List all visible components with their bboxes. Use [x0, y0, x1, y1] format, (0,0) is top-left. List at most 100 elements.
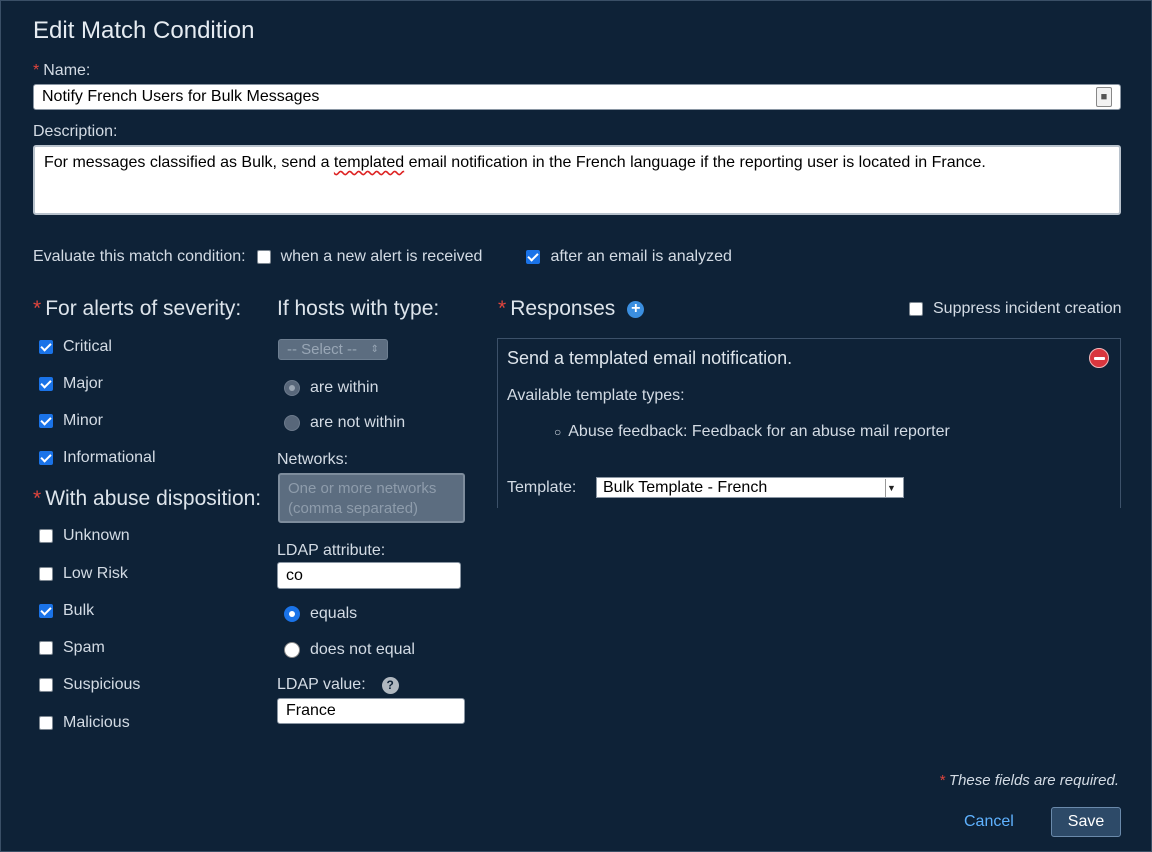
minor-checkbox[interactable] — [39, 414, 53, 428]
required-note-text: These fields are required. — [948, 772, 1119, 789]
suspicious-label: Suspicious — [63, 676, 141, 693]
ldap-attribute-value: co — [286, 566, 303, 584]
major-label: Major — [63, 375, 104, 392]
malicious-checkbox[interactable] — [39, 716, 53, 730]
description-text-start: For messages classified as Bulk, send a — [44, 154, 334, 171]
ldap-value-input[interactable]: France — [277, 698, 465, 724]
spam-checkbox[interactable] — [39, 641, 53, 655]
required-asterisk: * — [498, 297, 507, 320]
severity-item-major[interactable]: Major — [39, 375, 103, 393]
description-text-end: email notification in the French languag… — [404, 154, 986, 171]
save-button[interactable]: Save — [1051, 807, 1121, 837]
malicious-label: Malicious — [63, 714, 130, 731]
new-alert-label: when a new alert is received — [280, 248, 483, 265]
are-not-within-radio[interactable] — [284, 415, 300, 431]
ldap-value-label-row: LDAP value: ? — [277, 676, 399, 694]
required-asterisk: * — [33, 62, 40, 79]
ldap-attribute-label: LDAP attribute: — [277, 542, 386, 559]
severity-item-minor[interactable]: Minor — [39, 412, 103, 430]
does-not-equal-radio[interactable] — [284, 642, 300, 658]
disposition-item-unknown[interactable]: Unknown — [39, 527, 130, 545]
does-not-equal-label: does not equal — [310, 641, 415, 658]
networks-textarea[interactable]: One or more networks (comma separated) — [278, 473, 465, 523]
contact-card-icon[interactable]: ■ — [1096, 87, 1112, 107]
disposition-item-bulk[interactable]: Bulk — [39, 602, 94, 620]
disposition-item-low-risk[interactable]: Low Risk — [39, 565, 128, 583]
hosts-heading: If hosts with type: — [277, 297, 440, 320]
severity-item-informational[interactable]: Informational — [39, 449, 156, 467]
severity-heading-text: For alerts of severity: — [45, 297, 242, 320]
equals-option[interactable]: equals — [284, 605, 357, 623]
responses-heading: * Responses + — [498, 297, 645, 321]
are-within-option[interactable]: are within — [284, 379, 378, 397]
severity-heading: * For alerts of severity: — [33, 297, 241, 321]
template-type-text: Abuse feedback: Feedback for an abuse ma… — [568, 423, 950, 440]
bullet-icon: ○ — [554, 425, 562, 439]
template-select-value: Bulk Template - French — [603, 478, 768, 496]
low-risk-label: Low Risk — [63, 565, 128, 582]
unknown-checkbox[interactable] — [39, 529, 53, 543]
template-label: Template: — [507, 479, 577, 496]
suppress-incident-checkbox[interactable] — [909, 302, 923, 316]
name-label-row: * Name: — [33, 62, 90, 80]
edit-match-condition-dialog: Edit Match Condition * Name: Notify Frenc… — [0, 0, 1152, 852]
suppress-incident-label: Suppress incident creation — [933, 300, 1122, 317]
informational-label: Informational — [63, 449, 156, 466]
add-response-icon[interactable]: + — [627, 300, 645, 318]
disposition-heading: * With abuse disposition: — [33, 487, 261, 511]
low-risk-checkbox[interactable] — [39, 567, 53, 581]
required-asterisk: * — [33, 487, 42, 510]
help-icon[interactable]: ? — [381, 676, 399, 694]
email-analyzed-checkbox[interactable] — [526, 250, 541, 264]
does-not-equal-option[interactable]: does not equal — [284, 641, 415, 659]
template-select[interactable]: Bulk Template - French ▼ — [596, 477, 904, 498]
suppress-incident-option[interactable]: Suppress incident creation — [909, 300, 1122, 318]
select-updown-icon: ⇕ — [370, 344, 379, 355]
responses-heading-text: Responses — [510, 297, 616, 320]
spam-label: Spam — [63, 639, 105, 656]
description-textarea[interactable]: For messages classified as Bulk, send a … — [33, 145, 1121, 215]
required-asterisk: * — [33, 297, 42, 320]
suspicious-checkbox[interactable] — [39, 678, 53, 692]
name-input[interactable]: Notify French Users for Bulk Messages ■ — [33, 84, 1121, 110]
required-asterisk: * — [939, 772, 945, 789]
bulk-checkbox[interactable] — [39, 604, 53, 618]
equals-radio[interactable] — [284, 606, 300, 622]
remove-response-icon[interactable] — [1089, 348, 1109, 368]
chevron-down-icon[interactable]: ▼ — [885, 478, 897, 497]
evaluate-row: Evaluate this match condition: when a ne… — [33, 248, 732, 266]
host-type-select-value: -- Select -- — [287, 341, 358, 358]
ldap-value-text: France — [286, 702, 336, 719]
major-checkbox[interactable] — [39, 377, 53, 391]
equals-label: equals — [310, 605, 358, 622]
ldap-value-label: LDAP value: — [277, 676, 366, 693]
description-label: Description: — [33, 123, 118, 140]
informational-checkbox[interactable] — [39, 451, 53, 465]
host-type-select[interactable]: -- Select -- ⇕ — [278, 339, 388, 360]
networks-label: Networks: — [277, 451, 349, 468]
are-within-radio[interactable] — [284, 380, 300, 396]
disposition-item-suspicious[interactable]: Suspicious — [39, 676, 140, 694]
bulk-label: Bulk — [63, 602, 95, 619]
are-not-within-option[interactable]: are not within — [284, 414, 405, 432]
are-within-label: are within — [310, 379, 379, 396]
dialog-title: Edit Match Condition — [33, 17, 255, 44]
severity-item-critical[interactable]: Critical — [39, 338, 112, 356]
unknown-label: Unknown — [63, 527, 130, 544]
email-analyzed-label: after an email is analyzed — [550, 248, 732, 265]
critical-checkbox[interactable] — [39, 340, 53, 354]
name-label: Name: — [43, 62, 91, 79]
disposition-item-malicious[interactable]: Malicious — [39, 714, 130, 732]
are-not-within-label: are not within — [310, 414, 406, 431]
disposition-item-spam[interactable]: Spam — [39, 639, 105, 657]
minor-label: Minor — [63, 412, 104, 429]
name-input-value: Notify French Users for Bulk Messages — [42, 88, 320, 105]
new-alert-checkbox[interactable] — [256, 250, 271, 264]
response-title: Send a templated email notification. — [507, 348, 793, 368]
required-fields-note: * These fields are required. — [939, 772, 1119, 789]
critical-label: Critical — [63, 338, 112, 355]
ldap-attribute-input[interactable]: co — [277, 562, 461, 589]
evaluate-label: Evaluate this match condition: — [33, 248, 246, 265]
available-template-types-label: Available template types: — [507, 387, 685, 404]
cancel-button[interactable]: Cancel — [964, 813, 1014, 831]
